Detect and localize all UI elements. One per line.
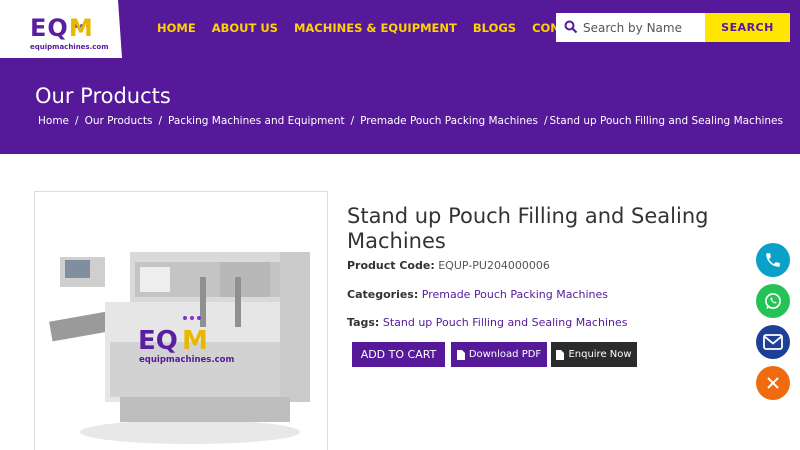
breadcrumb-separator: /: [543, 115, 548, 127]
breadcrumb-current: Stand up Pouch Filling and Sealing Machi…: [549, 115, 783, 127]
svg-text:M: M: [182, 326, 208, 356]
search-bar: SEARCH: [556, 13, 790, 42]
tag-link[interactable]: Stand up Pouch Filling and Sealing Machi…: [383, 316, 628, 329]
nav-machines-equipment[interactable]: MACHINES & EQUIPMENT: [294, 21, 457, 35]
product-image[interactable]: EQ M equipmachines.com: [34, 191, 328, 450]
phone-icon: [766, 253, 780, 267]
page-title: Our Products: [35, 84, 171, 108]
phone-button[interactable]: [756, 243, 790, 277]
top-navigation-bar: EQM equipmachines.com HOME ABOUT US MACH…: [0, 0, 800, 58]
categories-label: Categories:: [347, 288, 419, 301]
nav-blogs[interactable]: BLOGS: [473, 21, 516, 35]
breadcrumb-packing-machines[interactable]: Packing Machines and Equipment: [168, 115, 345, 127]
file-icon: [556, 349, 565, 360]
breadcrumb-separator: /: [350, 115, 355, 127]
enquire-now-button[interactable]: Enquire Now: [551, 342, 637, 367]
page-header: Our Products Home / Our Products / Packing M…: [0, 58, 800, 154]
machine-illustration: EQ M equipmachines.com: [35, 192, 327, 450]
enquire-now-label: Enquire Now: [568, 349, 632, 360]
product-title: Stand up Pouch Filling and Sealing Machi…: [347, 204, 709, 253]
logo[interactable]: EQM equipmachines.com: [0, 0, 122, 58]
product-tags-row: Tags: Stand up Pouch Filling and Sealing…: [347, 316, 627, 329]
search-button[interactable]: SEARCH: [705, 13, 790, 42]
search-icon: [564, 20, 578, 34]
whatsapp-icon: [765, 293, 781, 309]
svg-text:equipmachines.com: equipmachines.com: [139, 355, 234, 365]
file-icon: [456, 349, 465, 360]
close-floating-menu-button[interactable]: [756, 366, 790, 400]
breadcrumb-premade-pouch[interactable]: Premade Pouch Packing Machines: [360, 115, 538, 127]
breadcrumb-our-products[interactable]: Our Products: [85, 115, 153, 127]
tags-label: Tags:: [347, 316, 380, 329]
logo-domain: equipmachines.com: [30, 43, 109, 51]
product-code-row: Product Code: EQUP-PU204000006: [347, 259, 550, 272]
breadcrumb-separator: /: [75, 115, 79, 127]
download-pdf-label: Download PDF: [468, 349, 542, 360]
breadcrumb-separator: /: [158, 115, 163, 127]
mail-icon: [763, 334, 783, 350]
svg-text:EQ: EQ: [138, 326, 178, 356]
whatsapp-button[interactable]: [756, 284, 790, 318]
close-icon: [767, 377, 779, 389]
breadcrumb: Home / Our Products / Packing Machines and E…: [38, 115, 783, 127]
logo-wordmark: EQM: [30, 14, 94, 42]
main-nav: HOME ABOUT US MACHINES & EQUIPMENT BLOGS…: [157, 21, 608, 35]
add-to-cart-button[interactable]: ADD TO CART: [352, 342, 445, 367]
nav-home[interactable]: HOME: [157, 21, 196, 35]
download-pdf-button[interactable]: Download PDF: [451, 342, 547, 367]
nav-about-us[interactable]: ABOUT US: [212, 21, 278, 35]
email-button[interactable]: [756, 325, 790, 359]
breadcrumb-home[interactable]: Home: [38, 115, 69, 127]
category-link[interactable]: Premade Pouch Packing Machines: [422, 288, 608, 301]
product-code-value: EQUP-PU204000006: [438, 259, 550, 272]
product-code-label: Product Code:: [347, 259, 435, 272]
product-categories-row: Categories: Premade Pouch Packing Machin…: [347, 288, 608, 301]
